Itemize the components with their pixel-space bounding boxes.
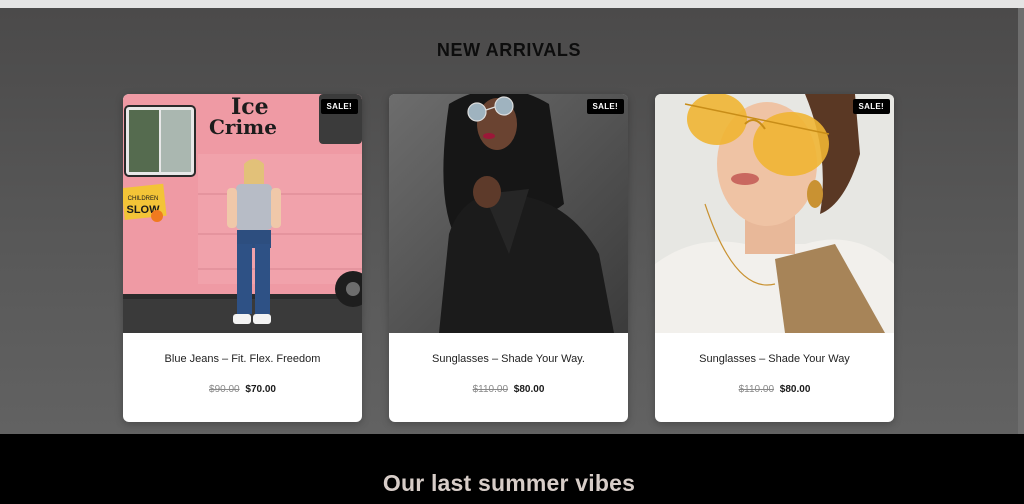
sale-price: $80.00: [513, 384, 545, 395]
product-image[interactable]: SALE!: [389, 94, 628, 333]
woman-blue-jeans-pink-food-truck-photo: CHILDREN SLOW Ice Crime: [123, 94, 362, 333]
new-arrivals-section: NEW ARRIVALS CHILDREN SLOW Ice Crime SAL…: [0, 8, 1024, 434]
sign-text-top: CHILDREN: [128, 196, 159, 202]
product-title[interactable]: Sunglasses – Shade Your Way: [655, 353, 894, 365]
product-price: $90.00 $70.00: [123, 384, 362, 395]
sale-price: $80.00: [779, 384, 811, 395]
scrollbar[interactable]: [1018, 8, 1024, 434]
truck-logo-text-2: Crime: [209, 115, 277, 139]
sale-badge: SALE!: [852, 99, 890, 114]
product-image[interactable]: CHILDREN SLOW Ice Crime SALE!: [123, 94, 362, 333]
product-card[interactable]: CHILDREN SLOW Ice Crime SALE! Blue Jeans…: [123, 94, 362, 422]
section-title: NEW ARRIVALS: [436, 40, 582, 60]
sale-badge: SALE!: [320, 99, 358, 114]
top-border-strip: [0, 0, 1024, 8]
original-price: $90.00: [209, 384, 240, 395]
product-price: $110.00 $80.00: [389, 384, 628, 395]
original-price: $110.00: [472, 384, 509, 395]
summer-vibes-heading: Our last summer vibes: [382, 470, 636, 496]
product-title[interactable]: Blue Jeans – Fit. Flex. Freedom: [123, 353, 362, 365]
sale-badge: SALE!: [586, 99, 624, 114]
product-card[interactable]: SALE! Sunglasses – Shade Your Way. $110.…: [389, 94, 628, 422]
woman-yellow-aviator-sunglasses-photo: [655, 94, 894, 333]
product-image[interactable]: SALE!: [655, 94, 894, 333]
woman-black-coat-sunglasses-photo: [389, 94, 628, 333]
sale-price: $70.00: [245, 384, 276, 395]
product-title[interactable]: Sunglasses – Shade Your Way.: [389, 353, 628, 365]
product-card[interactable]: SALE! Sunglasses – Shade Your Way $110.0…: [655, 94, 894, 422]
summer-vibes-section: Our last summer vibes: [0, 434, 1024, 504]
original-price: $110.00: [738, 384, 775, 395]
product-price: $110.00 $80.00: [655, 384, 894, 395]
